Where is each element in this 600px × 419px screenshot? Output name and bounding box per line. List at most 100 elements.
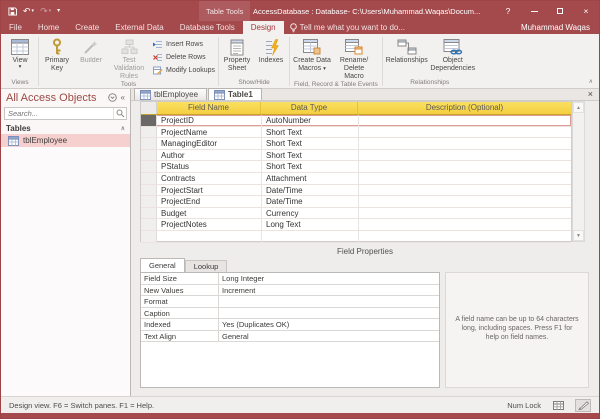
field-row-projectnotes[interactable]: ProjectNotesLong Text (141, 219, 571, 231)
description-cell[interactable] (358, 185, 571, 196)
menu-tab-file[interactable]: File (1, 21, 30, 34)
description-cell[interactable] (358, 173, 571, 184)
nav-menu-dropdown-icon[interactable] (108, 93, 117, 102)
insert-rows-button[interactable]: Insert Rows (153, 39, 215, 50)
view-button[interactable]: View ▾ (3, 35, 37, 79)
row-selector[interactable] (141, 115, 157, 126)
scroll-up-icon[interactable]: ▲ (573, 102, 584, 113)
description-cell[interactable] (358, 231, 571, 242)
property-row-indexed[interactable]: IndexedYes (Duplicates OK) (141, 319, 439, 331)
menu-tab-external-data[interactable]: External Data (107, 21, 171, 34)
field-name-cell[interactable] (157, 231, 261, 242)
nav-group-collapse-icon[interactable]: ∧ (121, 125, 125, 132)
description-cell[interactable] (358, 196, 571, 207)
relationships-button[interactable]: Relationships (384, 35, 430, 79)
tab-lookup[interactable]: Lookup (185, 260, 228, 272)
field-name-cell[interactable]: Author (157, 150, 261, 161)
field-name-cell[interactable]: Budget (157, 208, 261, 219)
data-type-cell[interactable] (261, 231, 358, 242)
row-selector[interactable] (141, 219, 157, 230)
menu-tab-create[interactable]: Create (67, 21, 107, 34)
field-row-empty[interactable] (141, 231, 571, 243)
row-selector[interactable] (141, 208, 157, 219)
property-row-caption[interactable]: Caption (141, 308, 439, 320)
description-cell[interactable] (358, 115, 571, 126)
shutter-bar-close-icon[interactable]: « (121, 93, 125, 102)
design-view-button[interactable] (575, 399, 591, 412)
search-icon[interactable] (116, 109, 125, 118)
description-cell[interactable] (358, 127, 571, 138)
undo-caret-icon[interactable]: ▾ (32, 7, 35, 16)
data-type-cell[interactable]: Short Text (261, 127, 358, 138)
menu-tab-home[interactable]: Home (30, 21, 67, 34)
data-type-cell[interactable]: Long Text (261, 219, 358, 230)
description-cell[interactable] (358, 208, 571, 219)
save-icon[interactable] (8, 7, 17, 16)
row-selector[interactable] (141, 138, 157, 149)
property-row-text-align[interactable]: Text AlignGeneral (141, 331, 439, 343)
property-value-cell[interactable]: General (219, 331, 439, 342)
property-value-cell[interactable]: Long Integer (219, 273, 439, 284)
data-type-cell[interactable]: Date/Time (261, 196, 358, 207)
description-cell[interactable] (358, 219, 571, 230)
rename-delete-macro-button[interactable]: Rename/ Delete Macro (333, 35, 375, 81)
property-value-cell[interactable] (219, 296, 439, 307)
row-selector[interactable] (141, 150, 157, 161)
user-name[interactable]: Muhammad Waqas (521, 21, 599, 34)
data-type-cell[interactable]: Short Text (261, 150, 358, 161)
property-sheet-button[interactable]: Property Sheet (220, 35, 254, 79)
data-type-cell[interactable]: Short Text (261, 138, 358, 149)
tab-general[interactable]: General (140, 258, 185, 272)
data-type-cell[interactable]: Currency (261, 208, 358, 219)
property-row-format[interactable]: Format (141, 296, 439, 308)
description-cell[interactable] (358, 161, 571, 172)
create-data-macros-button[interactable]: Create Data Macros ▾ (291, 35, 333, 81)
object-dependencies-button[interactable]: Object Dependencies (430, 35, 476, 79)
description-cell[interactable] (358, 138, 571, 149)
field-name-cell[interactable]: ProjectStart (157, 185, 261, 196)
minimize-button[interactable] (521, 1, 547, 21)
field-row-author[interactable]: AuthorShort Text (141, 150, 571, 162)
property-value-cell[interactable] (219, 308, 439, 319)
field-name-cell[interactable]: ProjectNotes (157, 219, 261, 230)
field-row-contracts[interactable]: ContractsAttachment (141, 173, 571, 185)
indexes-button[interactable]: Indexes (254, 35, 288, 79)
data-type-cell[interactable]: Date/Time (261, 185, 358, 196)
help-button[interactable]: ? (495, 1, 521, 21)
search-input[interactable] (5, 109, 113, 118)
scroll-down-icon[interactable]: ▼ (573, 230, 584, 241)
field-row-projectstart[interactable]: ProjectStartDate/Time (141, 185, 571, 197)
property-row-new-values[interactable]: New ValuesIncrement (141, 285, 439, 297)
datasheet-view-button[interactable] (550, 399, 566, 412)
close-button[interactable]: × (573, 1, 599, 21)
menu-tab-design[interactable]: Design (243, 21, 284, 34)
row-selector[interactable] (141, 127, 157, 138)
field-row-budget[interactable]: BudgetCurrency (141, 208, 571, 220)
field-row-pstatus[interactable]: PStatusShort Text (141, 161, 571, 173)
property-value-cell[interactable]: Yes (Duplicates OK) (219, 319, 439, 330)
redo-icon[interactable]: ↷▾ (40, 7, 51, 16)
document-tab-table1[interactable]: Table1 (208, 88, 262, 100)
row-selector[interactable] (141, 231, 157, 242)
nav-group-tables[interactable]: Tables ∧ (1, 122, 130, 134)
nav-item-tblemployee[interactable]: tblEmployee (1, 134, 130, 147)
property-row-field-size[interactable]: Field SizeLong Integer (141, 273, 439, 285)
customize-quick-access-icon[interactable]: ▾ (57, 7, 60, 16)
delete-rows-button[interactable]: Delete Rows (153, 52, 215, 63)
primary-key-button[interactable]: Primary Key (40, 35, 74, 81)
row-selector[interactable] (141, 161, 157, 172)
builder-button[interactable]: Builder (74, 35, 108, 81)
field-name-cell[interactable]: ManagingEditor (157, 138, 261, 149)
data-type-cell[interactable]: Attachment (261, 173, 358, 184)
field-row-projectid[interactable]: ProjectIDAutoNumber (141, 115, 571, 127)
menu-tab-database-tools[interactable]: Database Tools (172, 21, 243, 34)
vertical-scrollbar[interactable]: ▲ ▼ (572, 101, 585, 242)
collapse-ribbon-icon[interactable]: ∧ (589, 78, 593, 85)
field-name-cell[interactable]: Contracts (157, 173, 261, 184)
data-type-cell[interactable]: Short Text (261, 161, 358, 172)
close-document-icon[interactable]: × (582, 88, 599, 100)
field-row-projectname[interactable]: ProjectNameShort Text (141, 127, 571, 139)
field-row-managingeditor[interactable]: ManagingEditorShort Text (141, 138, 571, 150)
test-validation-rules-button[interactable]: Test Validation Rules (108, 35, 150, 81)
row-selector[interactable] (141, 196, 157, 207)
